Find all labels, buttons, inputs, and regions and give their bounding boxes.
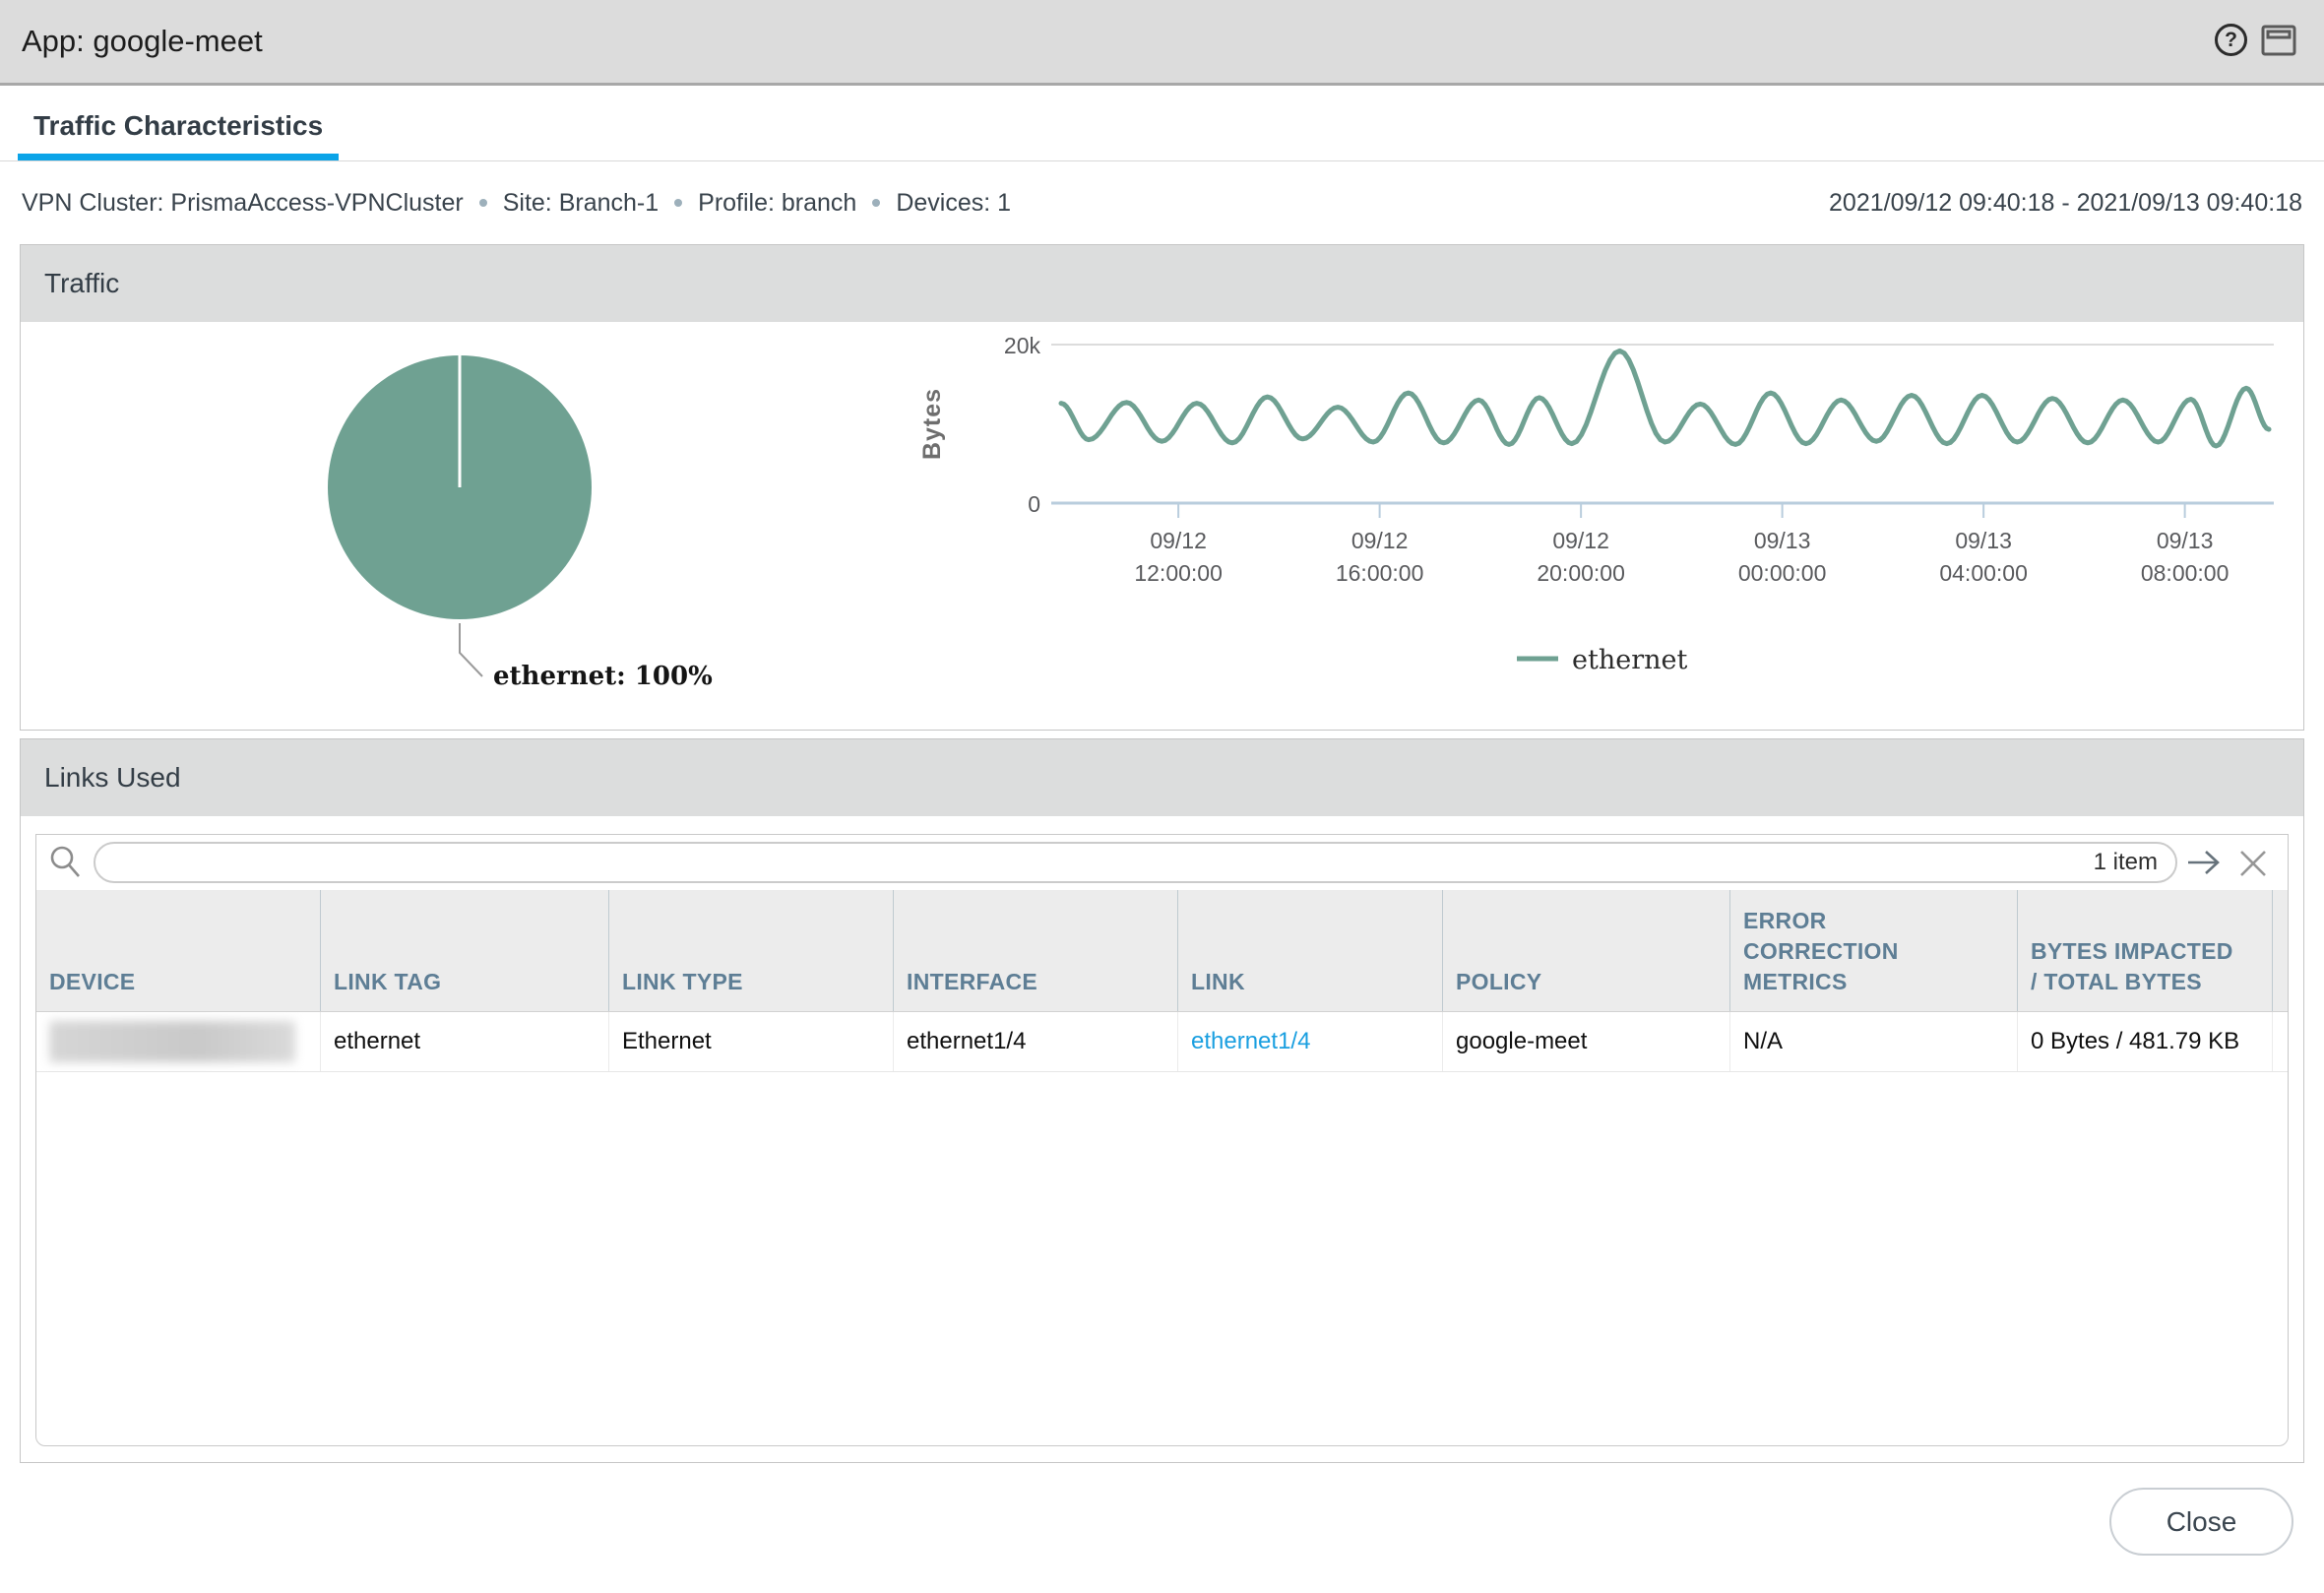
context-site: Site: Branch-1 bbox=[503, 189, 659, 218]
traffic-panel-body: ethernet: 100% 20k 0 09/12 12:00:00 09/12 16:… bbox=[21, 322, 2303, 730]
col-header-bytes-impacted: BYTES IMPACTED / TOTAL BYTES bbox=[2018, 890, 2273, 1011]
context-devices: Devices: 1 bbox=[896, 189, 1011, 218]
x-tick-label: 00:00:00 bbox=[1738, 560, 1827, 586]
cell-gutter bbox=[2273, 1012, 2288, 1071]
item-count-badge: 1 item bbox=[2094, 849, 2175, 876]
col-header-device: DEVICE bbox=[36, 890, 321, 1011]
dialog-title: App: google-meet bbox=[22, 0, 263, 83]
cell-policy: google-meet bbox=[1443, 1012, 1730, 1071]
x-tick-label: 09/13 bbox=[2157, 528, 2214, 553]
tab-bar: Traffic Characteristics bbox=[0, 86, 2324, 161]
col-header-link-tag: LINK TAG bbox=[321, 890, 609, 1011]
table-search-toolbar: 1 item bbox=[36, 835, 2288, 890]
x-tick-label: 08:00:00 bbox=[2141, 560, 2230, 586]
context-bar: VPN Cluster: PrismaAccess-VPNCluster Sit… bbox=[0, 161, 2324, 244]
search-input[interactable] bbox=[113, 845, 2094, 880]
context-profile: Profile: branch bbox=[698, 189, 856, 218]
cell-device bbox=[36, 1012, 321, 1071]
link-ethernet-1-4[interactable]: ethernet1/4 bbox=[1191, 1028, 1310, 1054]
table-header-row: DEVICE LINK TAG LINK TYPE INTERFACE LINK… bbox=[36, 890, 2288, 1012]
window-icon[interactable] bbox=[2261, 25, 2296, 56]
context-vpn-cluster: VPN Cluster: PrismaAccess-VPNCluster bbox=[22, 189, 464, 218]
legend-label-ethernet: ethernet bbox=[1572, 645, 1687, 675]
help-icon[interactable]: ? bbox=[2215, 24, 2247, 56]
x-tick-label: 09/13 bbox=[1754, 528, 1811, 553]
cell-error-correction-metrics: N/A bbox=[1730, 1012, 2018, 1071]
traffic-panel: Traffic ethernet: 100% 20k 0 09/12 12:00:00… bbox=[20, 244, 2304, 731]
col-header-policy: POLICY bbox=[1443, 890, 1730, 1011]
cell-link-type: Ethernet bbox=[609, 1012, 894, 1071]
x-tick-label: 09/12 bbox=[1150, 528, 1207, 553]
clear-filter-x-icon[interactable] bbox=[2238, 849, 2268, 878]
dot-separator bbox=[872, 199, 880, 207]
y-tick-label: 0 bbox=[1028, 491, 1040, 517]
table-header-gutter bbox=[2273, 890, 2289, 1011]
x-tick-label: 04:00:00 bbox=[1939, 560, 2028, 586]
dot-separator bbox=[674, 199, 682, 207]
cell-link-tag: ethernet bbox=[321, 1012, 609, 1071]
apply-filter-arrow-icon[interactable] bbox=[2185, 848, 2225, 877]
dialog-title-bar: App: google-meet ? bbox=[0, 0, 2324, 86]
y-tick-label: 20k bbox=[1004, 333, 1041, 358]
redacted-device-name bbox=[49, 1021, 295, 1062]
links-table-container: 1 item DEVICE LINK TAG LINK TYPE INTERFA… bbox=[35, 834, 2289, 1446]
tab-traffic-characteristics[interactable]: Traffic Characteristics bbox=[18, 110, 339, 160]
line-chart: 20k 0 09/12 12:00:00 09/12 16:00:00 09/12 20:00… bbox=[887, 322, 2303, 732]
links-used-panel-body: 1 item DEVICE LINK TAG LINK TYPE INTERFA… bbox=[21, 816, 2303, 1462]
dot-separator bbox=[479, 199, 487, 207]
x-tick-label: 16:00:00 bbox=[1336, 560, 1424, 586]
time-range: 2021/09/12 09:40:18 - 2021/09/13 09:40:1… bbox=[1829, 189, 2302, 218]
x-tick-label: 09/13 bbox=[1955, 528, 2012, 553]
context-items: VPN Cluster: PrismaAccess-VPNCluster Sit… bbox=[22, 189, 1011, 218]
y-axis-title: Bytes bbox=[918, 388, 946, 460]
title-bar-icons: ? bbox=[2215, 24, 2296, 56]
col-header-link-type: LINK TYPE bbox=[609, 890, 894, 1011]
x-tick-label: 09/12 bbox=[1552, 528, 1609, 553]
cell-link: ethernet1/4 bbox=[1178, 1012, 1443, 1071]
links-used-panel-header: Links Used bbox=[21, 739, 2303, 816]
pie-chart: ethernet: 100% bbox=[21, 322, 887, 732]
search-field-container: 1 item bbox=[94, 842, 2177, 883]
x-tick-label: 12:00:00 bbox=[1134, 560, 1223, 586]
traffic-panel-header: Traffic bbox=[21, 245, 2303, 322]
col-header-interface: INTERFACE bbox=[894, 890, 1178, 1011]
close-button[interactable]: Close bbox=[2109, 1488, 2293, 1556]
search-icon bbox=[48, 845, 84, 880]
cell-interface: ethernet1/4 bbox=[894, 1012, 1178, 1071]
x-tick-label: 09/12 bbox=[1351, 528, 1409, 553]
table-row: ethernet Ethernet ethernet1/4 ethernet1/… bbox=[36, 1012, 2288, 1072]
links-used-panel: Links Used 1 item bbox=[20, 738, 2304, 1463]
series-line-ethernet bbox=[1061, 350, 2269, 446]
cell-bytes-impacted: 0 Bytes / 481.79 KB bbox=[2018, 1012, 2273, 1071]
pie-callout-line bbox=[460, 623, 482, 676]
col-header-error-correction-metrics: ERROR CORRECTION METRICS bbox=[1730, 890, 2018, 1011]
col-header-link: LINK bbox=[1178, 890, 1443, 1011]
pie-callout-label: ethernet: 100% bbox=[493, 662, 713, 691]
x-tick-label: 20:00:00 bbox=[1537, 560, 1625, 586]
